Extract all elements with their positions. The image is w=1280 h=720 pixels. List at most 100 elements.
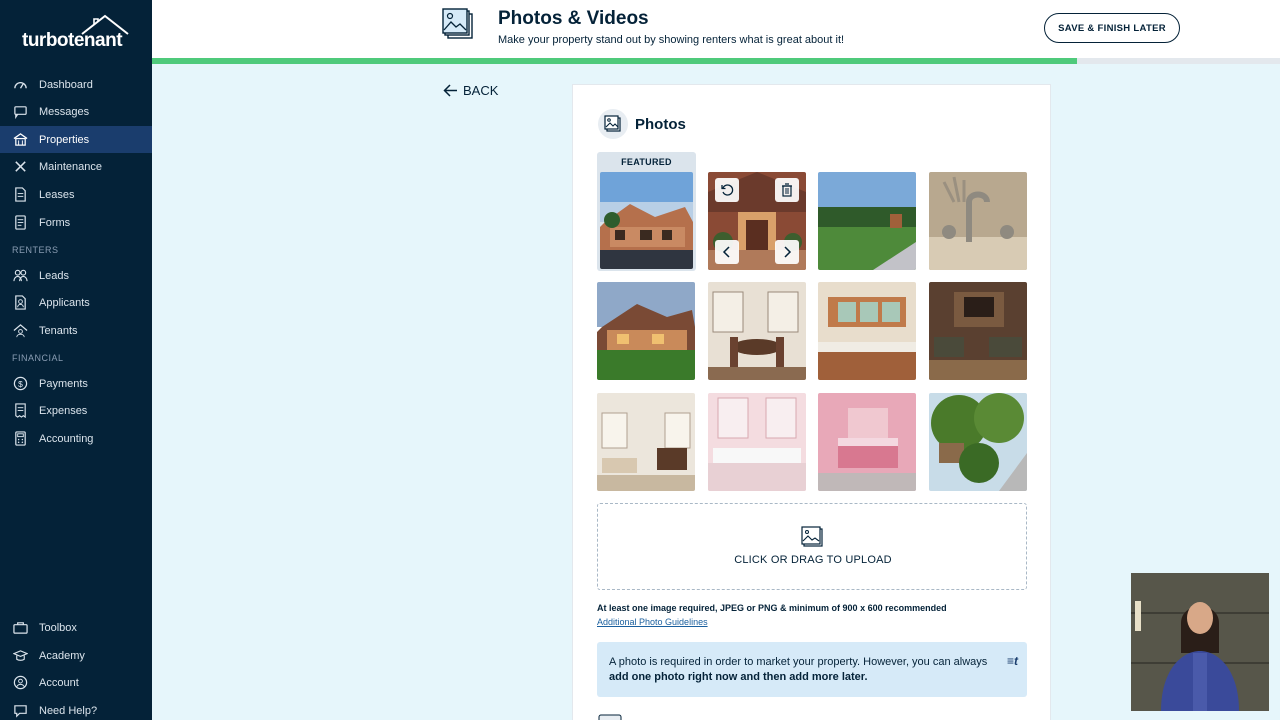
photos-card: Photos FEATURED CLICK OR DRAG TO UPLOAD … [572,84,1051,720]
turbotenant-mark-icon: ≡t [1007,654,1018,668]
sidebar: turbotenant Dashboard Messages Propertie… [0,0,152,720]
sidebar-item-label: Need Help? [39,704,98,717]
sidebar-item-forms[interactable]: Forms [0,209,152,236]
sidebar-item-leads[interactable]: Leads [0,262,152,289]
sidebar-item-label: Account [39,676,79,689]
progress-fill [152,58,1077,64]
academy-icon [12,648,28,664]
svg-text:$: $ [18,379,23,389]
photo-dining-room[interactable] [708,282,806,380]
sidebar-item-label: Properties [39,133,90,146]
sidebar-item-label: Academy [39,649,85,662]
move-photo-left-button[interactable] [715,240,739,264]
photo-bedroom-pink[interactable] [818,393,916,491]
photos-gallery-icon [442,8,476,42]
sidebar-item-label: Tenants [39,324,78,337]
sidebar-item-label: Dashboard [39,78,93,91]
back-button[interactable]: BACK [443,83,498,98]
sidebar-item-label: Accounting [39,432,94,445]
featured-label: FEATURED [621,157,672,167]
sidebar-item-expenses[interactable]: Expenses [0,397,152,424]
sidebar-item-label: Messages [39,105,90,118]
back-label: BACK [463,83,499,98]
photo-tip-banner: A photo is required in order to market y… [597,642,1027,697]
applicants-icon [12,295,28,311]
sidebar-item-properties[interactable]: Properties [0,126,152,153]
sidebar-item-messages[interactable]: Messages [0,98,152,125]
photo-requirements: At least one image required, JPEG or PNG… [597,603,947,613]
photo-bedroom-sitting[interactable] [597,393,695,491]
photo-entrance[interactable] [708,172,806,270]
photos-title: Photos [635,115,686,133]
videos-section-header [598,711,622,720]
dashboard-icon [12,77,28,93]
photos-section-header: Photos [598,109,686,139]
chevron-left-icon [722,246,732,258]
progress-bar [152,58,1280,64]
tip-text-bold: add one photo right now and then add mor… [609,671,868,683]
sidebar-item-label: Toolbox [39,621,77,634]
sidebar-item-label: Leases [39,188,75,201]
expenses-icon [12,403,28,419]
tip-text-plain: A photo is required in order to market y… [609,656,988,668]
photo-garden[interactable] [929,393,1027,491]
tip-text: A photo is required in order to market y… [609,655,989,685]
rotate-photo-button[interactable] [715,178,739,202]
sidebar-item-maintenance[interactable]: Maintenance [0,153,152,180]
tenants-icon [12,323,28,339]
accounting-icon [12,431,28,447]
sidebar-item-label: Leads [39,269,69,282]
photo-bathroom-pink[interactable] [708,393,806,491]
sidebar-item-account[interactable]: Account [0,669,152,696]
photo-living-room[interactable] [929,282,1027,380]
photo-kitchen[interactable] [818,282,916,380]
turbotenant-logo[interactable]: turbotenant [22,14,132,51]
move-photo-right-button[interactable] [775,240,799,264]
help-icon [12,703,28,719]
photo-faucet[interactable] [929,172,1027,270]
page-title: Photos & Videos [498,8,649,29]
leads-icon [12,268,28,284]
section-financial: FINANCIAL [12,353,64,363]
page-subtitle: Make your property stand out by showing … [498,34,845,46]
toolbox-icon [12,620,28,636]
account-icon [12,675,28,691]
sidebar-item-applicants[interactable]: Applicants [0,289,152,316]
presenter-video [1131,573,1269,711]
sidebar-item-toolbox[interactable]: Toolbox [0,614,152,641]
sidebar-item-leases[interactable]: Leases [0,181,152,208]
sidebar-item-label: Applicants [39,296,90,309]
delete-photo-button[interactable] [775,178,799,202]
payments-icon: $ [12,376,28,392]
photo-guidelines-link[interactable]: Additional Photo Guidelines [597,617,708,627]
upload-image-icon [800,526,824,553]
section-renters: RENTERS [12,245,59,255]
trash-icon [781,183,793,197]
sidebar-item-accounting[interactable]: Accounting [0,425,152,452]
maintenance-icon [12,159,28,175]
photo-exterior-dusk[interactable] [597,282,695,380]
image-icon [598,109,628,139]
brand-name: turbotenant [22,30,123,51]
sidebar-item-dashboard[interactable]: Dashboard [0,71,152,98]
photo-yard-path[interactable] [818,172,916,270]
sidebar-item-help[interactable]: Need Help? [0,697,152,720]
sidebar-item-label: Payments [39,377,88,390]
sidebar-item-label: Expenses [39,404,88,417]
sidebar-item-payments[interactable]: $ Payments [0,370,152,397]
photo-exterior-front[interactable] [600,172,693,269]
video-icon [598,711,622,720]
save-finish-later-button[interactable]: SAVE & FINISH LATER [1044,13,1180,43]
rotate-icon [720,183,734,197]
arrow-left-icon [443,84,458,97]
messages-icon [12,104,28,120]
upload-dropzone[interactable]: CLICK OR DRAG TO UPLOAD [597,503,1027,590]
properties-icon [12,132,28,148]
sidebar-item-academy[interactable]: Academy [0,642,152,669]
leases-icon [12,187,28,203]
forms-icon [12,215,28,231]
sidebar-item-tenants[interactable]: Tenants [0,317,152,344]
page-header: Photos & Videos Make your property stand… [152,0,1280,58]
chevron-right-icon [782,246,792,258]
upload-label: CLICK OR DRAG TO UPLOAD [734,554,892,566]
